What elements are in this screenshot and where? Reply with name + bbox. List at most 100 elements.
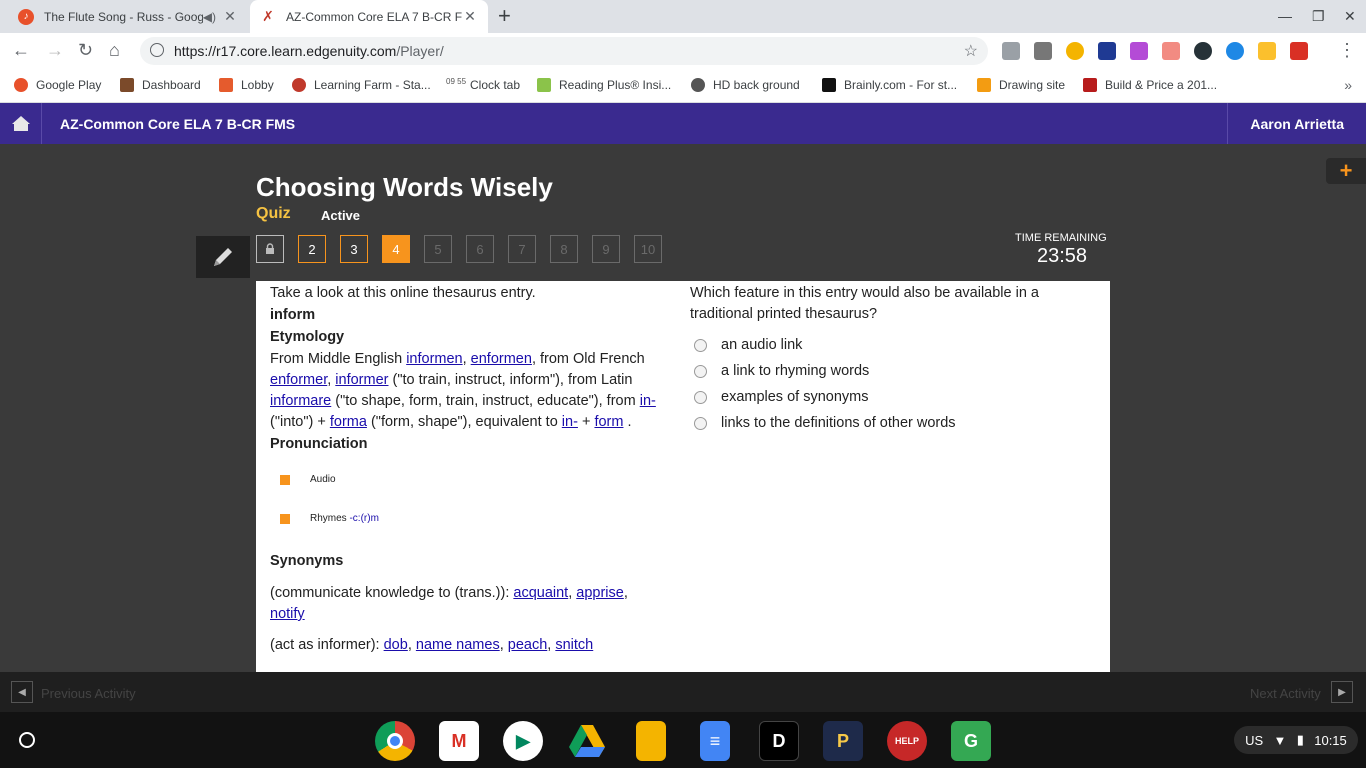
docs-app-icon[interactable]: ≡ xyxy=(700,721,730,761)
plus-icon[interactable]: + xyxy=(1326,158,1366,184)
question-nav-2[interactable]: 2 xyxy=(298,235,326,263)
link-dob[interactable]: dob xyxy=(384,637,408,653)
extension-arrow-icon[interactable] xyxy=(1162,42,1180,60)
link-notify[interactable]: notify xyxy=(270,606,305,622)
answer-option[interactable]: an audio link xyxy=(690,335,1090,356)
bookmark-brainly[interactable]: Brainly.com - For st... xyxy=(822,78,957,92)
radio-button[interactable] xyxy=(694,365,707,378)
extension-pen-icon[interactable] xyxy=(1130,42,1148,60)
bookmark-dashboard[interactable]: Dashboard xyxy=(120,78,201,92)
extension-off-icon[interactable] xyxy=(1290,42,1308,60)
bookmark-google-play[interactable]: Google Play xyxy=(14,78,101,92)
next-activity-label[interactable]: Next Activity xyxy=(1250,686,1321,701)
link-enformer[interactable]: enformer xyxy=(270,372,327,388)
bookmark-star-icon[interactable]: ☆ xyxy=(964,41,978,61)
link-informen[interactable]: informen xyxy=(406,351,462,367)
radio-button[interactable] xyxy=(694,391,707,404)
chrome-app-icon[interactable] xyxy=(375,721,415,761)
bookmark-drawing-site[interactable]: Drawing site xyxy=(977,78,1065,92)
previous-activity-label[interactable]: Previous Activity xyxy=(41,686,136,701)
help-app-icon[interactable]: HELP xyxy=(887,721,927,761)
extension-lemon-icon[interactable] xyxy=(1258,42,1276,60)
course-header: AZ-Common Core ELA 7 B-CR FMS Aaron Arri… xyxy=(0,103,1366,144)
google-play-icon xyxy=(14,78,28,92)
answer-option[interactable]: examples of synonyms xyxy=(690,387,1090,408)
extension-shield-icon[interactable] xyxy=(1194,42,1212,60)
answer-option[interactable]: a link to rhyming words xyxy=(690,361,1090,382)
launcher-icon[interactable] xyxy=(19,732,35,748)
bullet-icon xyxy=(280,513,290,524)
audio-item[interactable]: Audio xyxy=(280,469,664,490)
wifi-icon: ▼ xyxy=(1273,732,1287,748)
pixel-app-icon[interactable]: P xyxy=(823,721,863,761)
pencil-icon xyxy=(214,248,232,266)
question-nav-5: 5 xyxy=(424,235,452,263)
answer-option[interactable]: links to the definitions of other words xyxy=(690,413,1090,434)
link-forma[interactable]: forma xyxy=(330,414,367,430)
home-icon[interactable]: ⌂ xyxy=(109,40,120,60)
minimize-icon[interactable]: — xyxy=(1278,8,1292,24)
restore-icon[interactable]: ❐ xyxy=(1312,8,1325,25)
bookmark-build-price[interactable]: Build & Price a 201... xyxy=(1083,78,1217,92)
bookmark-hd-background[interactable]: HD back ground xyxy=(691,78,800,92)
pencil-button[interactable] xyxy=(196,236,250,278)
system-tray[interactable]: US ▼ ▮ 10:15 xyxy=(1234,726,1358,754)
address-bar[interactable]: https://r17.core.learn.edgenuity.com/Pla… xyxy=(140,37,988,65)
slides-app-icon[interactable] xyxy=(636,721,666,761)
extension-on-icon[interactable] xyxy=(1066,42,1084,60)
reload-icon[interactable]: ↻ xyxy=(78,40,93,60)
link-snitch[interactable]: snitch xyxy=(555,637,593,653)
link-form[interactable]: form xyxy=(594,414,623,430)
link-apprise[interactable]: apprise xyxy=(576,585,624,601)
close-tab-icon[interactable]: ✕ xyxy=(462,8,478,25)
radio-button[interactable] xyxy=(694,339,707,352)
lock-icon xyxy=(266,243,274,254)
question-nav-4[interactable]: 4 xyxy=(382,235,410,263)
play-store-app-icon[interactable]: ▶ xyxy=(503,721,543,761)
bookmark-reading-plus[interactable]: Reading Plus® Insi... xyxy=(537,78,671,92)
menu-dots-icon[interactable]: ⋮ xyxy=(1338,40,1356,60)
link-informare[interactable]: informare xyxy=(270,393,331,409)
learning-farm-icon xyxy=(292,78,306,92)
link-peach[interactable]: peach xyxy=(508,637,548,653)
drive-app-icon[interactable] xyxy=(567,721,607,761)
close-window-icon[interactable]: ✕ xyxy=(1344,8,1356,25)
gmail-app-icon[interactable]: M xyxy=(439,721,479,761)
back-icon[interactable]: ← xyxy=(12,40,30,60)
link-informer[interactable]: informer xyxy=(335,372,388,388)
close-tab-icon[interactable]: ✕ xyxy=(222,8,238,25)
link-in[interactable]: in- xyxy=(562,414,578,430)
lobby-icon xyxy=(219,78,233,92)
site-info-icon[interactable] xyxy=(150,43,164,57)
link-acquaint[interactable]: acquaint xyxy=(513,585,568,601)
activity-title: Choosing Words Wisely xyxy=(256,172,553,202)
more-bookmarks-icon[interactable]: » xyxy=(1344,77,1352,93)
etymology-heading: Etymology xyxy=(270,329,345,345)
tab-edgenuity[interactable]: ✗ AZ-Common Core ELA 7 B-CR FM ✕ xyxy=(250,0,488,33)
extension-book-icon[interactable] xyxy=(1098,42,1116,60)
next-activity-button[interactable]: ▶ xyxy=(1331,681,1353,703)
rhymes-label: Rhymes xyxy=(310,513,347,524)
question-nav-3[interactable]: 3 xyxy=(340,235,368,263)
home-button[interactable] xyxy=(0,103,42,144)
bookmark-lobby[interactable]: Lobby xyxy=(219,78,274,92)
maps-app-icon[interactable]: G xyxy=(951,721,991,761)
speaker-muted-icon[interactable]: ◀) xyxy=(203,10,216,24)
os-shelf: M ▶ ≡ D P HELP G US ▼ ▮ 10:15 xyxy=(0,712,1366,768)
link-in-prefix[interactable]: in- xyxy=(640,393,656,409)
extension-vpn-icon[interactable] xyxy=(1226,42,1244,60)
user-name[interactable]: Aaron Arrietta xyxy=(1227,103,1366,144)
rhymes-link[interactable]: -c:(r)m xyxy=(349,508,378,529)
previous-activity-button[interactable]: ◀ xyxy=(11,681,33,703)
dark-app-icon[interactable]: D xyxy=(759,721,799,761)
forward-icon[interactable]: → xyxy=(46,40,64,60)
link-enformen[interactable]: enformen xyxy=(471,351,532,367)
extension-g-icon[interactable] xyxy=(1034,42,1052,60)
tab-flute-song[interactable]: ♪ The Flute Song - Russ - Goog ◀) ✕ xyxy=(8,0,248,33)
bookmark-learning-farm[interactable]: Learning Farm - Sta... xyxy=(292,78,431,92)
link-name-names[interactable]: name names xyxy=(416,637,500,653)
new-tab-button[interactable]: + xyxy=(498,5,511,27)
extension-copy-icon[interactable] xyxy=(1002,42,1020,60)
radio-button[interactable] xyxy=(694,417,707,430)
bookmark-clock-tab[interactable]: 09 55 Clock tab xyxy=(446,78,520,93)
